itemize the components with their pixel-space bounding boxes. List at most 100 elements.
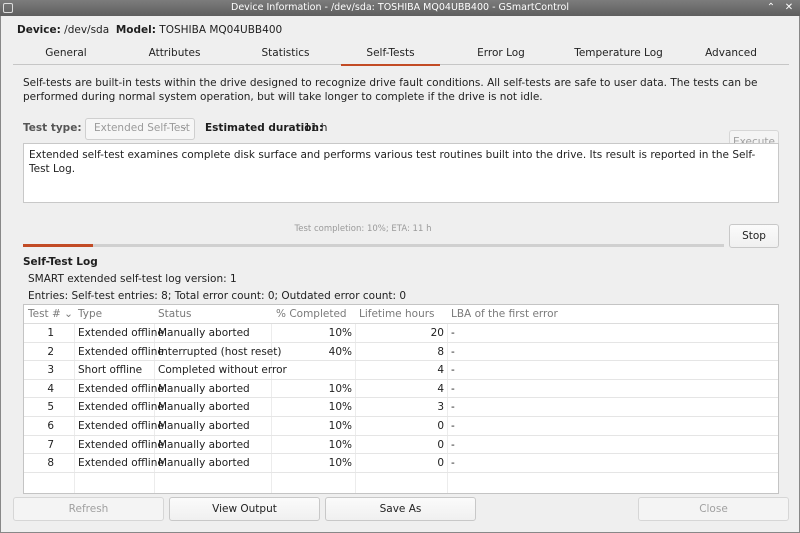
view-output-button[interactable]: View Output — [169, 497, 320, 521]
self-test-log-title: Self-Test Log — [23, 256, 98, 268]
test-type-select[interactable]: Extended Self-Test ⌄ — [85, 118, 195, 140]
col-header-type[interactable]: Type — [78, 308, 102, 320]
self-tests-description: Self-tests are built-in tests within the… — [23, 77, 758, 103]
cell-type: Extended offline — [78, 382, 164, 395]
cell-type: Extended offline — [78, 457, 164, 470]
cell-test-num: 4 — [47, 382, 54, 395]
table-header: Test # ⌄ Type Status % Completed Lifetim… — [24, 305, 778, 324]
cell-completed: 10% — [328, 457, 352, 470]
cell-lba: - — [451, 382, 455, 395]
cell-test-num: 7 — [47, 438, 54, 451]
cell-completed: 10% — [328, 401, 352, 414]
cell-lifetime-hours: 20 — [430, 327, 444, 339]
tab-general[interactable]: General — [13, 41, 119, 65]
chevron-down-icon: ⌄ — [180, 122, 188, 132]
cell-lifetime-hours: 3 — [437, 401, 444, 414]
cell-test-num: 2 — [47, 345, 54, 358]
progress-text: Test completion: 10%; ETA: 11 h — [294, 224, 432, 234]
tab-temperature-log[interactable]: Temperature Log — [562, 41, 675, 65]
cell-status: Manually aborted — [158, 382, 250, 395]
progress-bar — [23, 244, 724, 247]
tab-advanced[interactable]: Advanced — [675, 41, 787, 65]
cell-type: Extended offline — [78, 327, 164, 339]
cell-lifetime-hours: 8 — [437, 345, 444, 358]
table-row[interactable]: 1 Extended offline Manually aborted 10% 20- — [24, 324, 778, 343]
tab-self-tests[interactable]: Self-Tests — [341, 41, 440, 66]
col-header-lifetime-hours[interactable]: Lifetime hours — [359, 308, 435, 320]
progress-bar-fill — [23, 244, 94, 247]
device-label: Device: — [17, 24, 61, 36]
cell-lba: - — [451, 364, 455, 377]
cell-completed: 40% — [328, 345, 352, 358]
tab-bar: General Attributes Statistics Self-Tests… — [13, 41, 789, 66]
cell-status: Interrupted (host reset) — [158, 345, 282, 358]
cell-status: Manually aborted — [158, 438, 250, 451]
cell-completed: 10% — [328, 438, 352, 451]
cell-completed: 10% — [328, 420, 352, 432]
cell-lifetime-hours: 0 — [437, 438, 444, 451]
cell-type: Short offline — [78, 364, 143, 377]
cell-test-num: 6 — [47, 420, 54, 432]
cell-lba: - — [451, 457, 455, 470]
cell-lifetime-hours: 0 — [437, 457, 444, 470]
test-type-label: Test type: — [23, 122, 82, 134]
cell-status: Manually aborted — [158, 401, 250, 414]
tab-error-log[interactable]: Error Log — [440, 41, 562, 65]
test-info-box: Extended self-test examines complete dis… — [23, 143, 779, 203]
cell-test-num: 5 — [47, 401, 54, 414]
cell-status: Manually aborted — [158, 420, 250, 432]
cell-status: Manually aborted — [158, 457, 250, 470]
tab-attributes[interactable]: Attributes — [119, 41, 230, 65]
table-row[interactable]: 6 Extended offline Manually aborted 10% 0- — [24, 417, 778, 436]
col-header-lba[interactable]: LBA of the first error — [451, 308, 558, 320]
device-line: Device: /dev/sda Model: TOSHIBA MQ04UBB4… — [17, 24, 282, 36]
log-version-line: SMART extended self-test log version: 1 — [28, 273, 237, 285]
table-row[interactable]: 8 Extended offline Manually aborted 10% 0- — [24, 454, 778, 473]
cell-lba: - — [451, 401, 455, 414]
model-value: TOSHIBA MQ04UBB400 — [159, 24, 283, 36]
table-row[interactable]: 2 Extended offline Interrupted (host reset… — [24, 343, 778, 362]
cell-type: Extended offline — [78, 438, 164, 451]
cell-type: Extended offline — [78, 420, 164, 432]
bottom-button-bar: Refresh View Output Save As Close — [13, 497, 789, 521]
sort-down-icon: ⌄ — [64, 308, 73, 320]
col-header-status[interactable]: Status — [158, 308, 191, 320]
model-label: Model: — [115, 24, 156, 36]
table-row[interactable]: 5 Extended offline Manually aborted 10% 3- — [24, 398, 778, 417]
refresh-button[interactable]: Refresh — [13, 497, 164, 521]
self-tests-panel: Self-tests are built-in tests within the… — [13, 66, 789, 498]
stop-button[interactable]: Stop — [729, 224, 779, 248]
cell-test-num: 3 — [47, 364, 54, 377]
self-test-log-table[interactable]: Test # ⌄ Type Status % Completed Lifetim… — [23, 304, 779, 494]
tab-statistics[interactable]: Statistics — [230, 41, 341, 65]
close-button[interactable]: Close — [638, 497, 789, 521]
test-type-row: Test type: Extended Self-Test ⌄ Estimate… — [23, 118, 779, 140]
table-row[interactable]: 4 Extended offline Manually aborted 10% 4- — [24, 380, 778, 399]
cell-lba: - — [451, 327, 455, 339]
cell-lba: - — [451, 420, 455, 432]
dialog-window: Device: /dev/sda Model: TOSHIBA MQ04UBB4… — [0, 16, 800, 533]
save-as-button[interactable]: Save As — [325, 497, 476, 521]
test-type-value: Extended Self-Test — [94, 122, 190, 134]
estimated-duration-value: 11 h — [304, 122, 328, 134]
close-window-icon[interactable]: ✕ — [782, 1, 796, 15]
cell-status: Manually aborted — [158, 327, 250, 339]
cell-lifetime-hours: 4 — [437, 364, 444, 377]
cell-lba: - — [451, 438, 455, 451]
table-row[interactable]: 7 Extended offline Manually aborted 10% 0- — [24, 436, 778, 455]
cell-test-num: 1 — [47, 327, 54, 339]
title-bar: Device Information - /dev/sda: TOSHIBA M… — [0, 0, 800, 16]
col-header-test-num[interactable]: Test # ⌄ — [28, 308, 73, 320]
table-row[interactable]: 3 Short offline Completed without error 4- — [24, 361, 778, 380]
col-header-completed[interactable]: % Completed — [276, 308, 347, 320]
cell-completed: 10% — [328, 382, 352, 395]
maximize-icon[interactable]: ⌃ — [764, 1, 778, 15]
cell-lifetime-hours: 0 — [437, 420, 444, 432]
device-value: /dev/sda — [64, 24, 110, 36]
cell-lifetime-hours: 4 — [437, 382, 444, 395]
cell-status: Completed without error — [158, 364, 287, 377]
window-title: Device Information - /dev/sda: TOSHIBA M… — [231, 2, 569, 13]
log-entries-line: Entries: Self-test entries: 8; Total err… — [28, 290, 407, 302]
cell-lba: - — [451, 345, 455, 358]
cell-completed: 10% — [328, 327, 352, 339]
